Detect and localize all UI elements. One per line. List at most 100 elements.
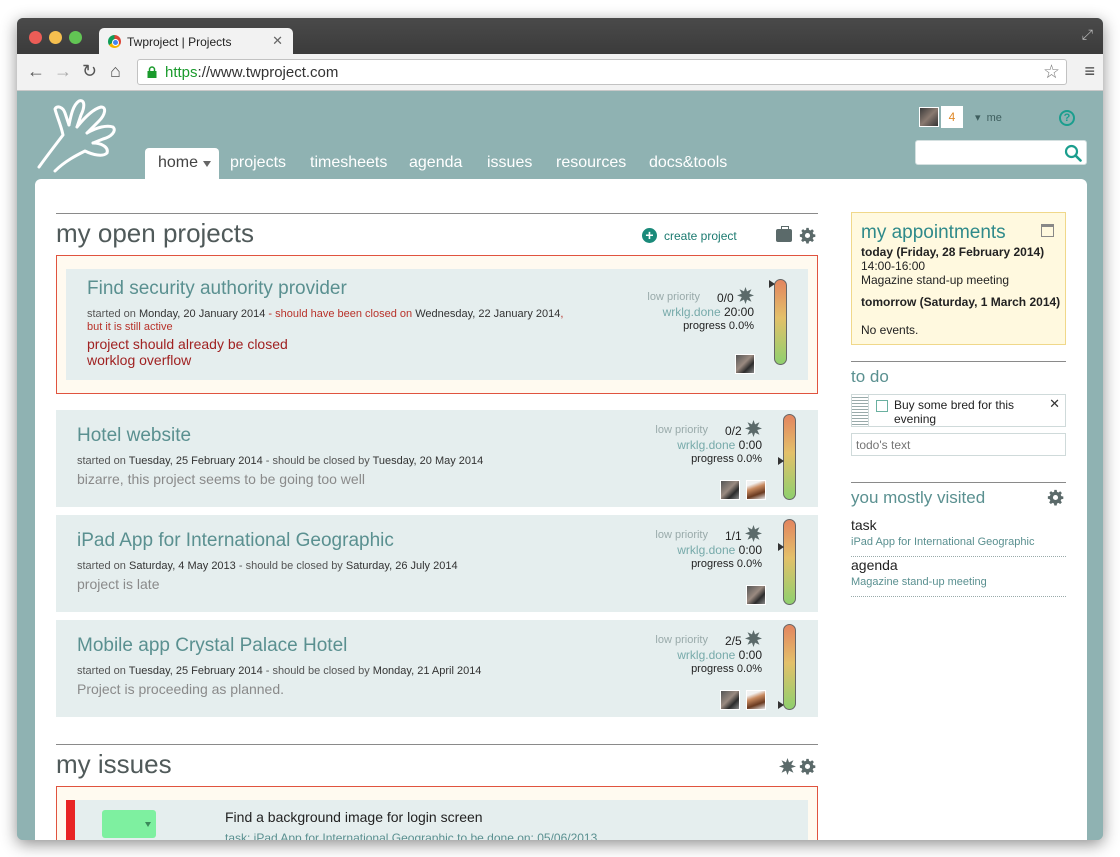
nav-projects[interactable]: projects xyxy=(230,154,286,172)
assignee-avatar[interactable] xyxy=(735,354,755,374)
search-icon[interactable] xyxy=(1064,144,1082,162)
issue-title[interactable]: Find a background image for login screen xyxy=(225,809,483,825)
my-issues-header: my issues xyxy=(56,744,818,779)
issues-burst-icon[interactable] xyxy=(737,287,754,304)
project-alert-message: project should already be closed xyxy=(87,336,288,352)
close-icon[interactable]: ✕ xyxy=(1049,396,1060,412)
todo-checkbox[interactable] xyxy=(876,400,888,412)
nav-resources[interactable]: resources xyxy=(556,154,626,172)
issue-card[interactable]: Find a background image for login screen… xyxy=(56,786,818,840)
assignee-avatar[interactable] xyxy=(720,480,740,500)
calendar-icon[interactable] xyxy=(1041,224,1054,237)
project-title[interactable]: Mobile app Crystal Palace Hotel xyxy=(77,635,347,657)
visited-name[interactable]: iPad App for International Geographic xyxy=(851,536,1034,548)
gear-icon[interactable] xyxy=(799,758,816,775)
started-label: started on xyxy=(77,560,129,572)
home-icon[interactable]: ⌂ xyxy=(110,61,121,81)
nav-docs-tools[interactable]: docs&tools xyxy=(649,154,727,172)
lock-icon xyxy=(147,66,157,78)
briefcase-icon[interactable] xyxy=(776,226,792,242)
twproject-hand-logo[interactable] xyxy=(35,95,125,175)
assignee-avatar[interactable] xyxy=(720,690,740,710)
todo-input[interactable] xyxy=(851,433,1066,456)
end-date: Saturday, 26 July 2014 xyxy=(345,560,458,572)
assignee-avatar[interactable] xyxy=(746,690,766,710)
forward-icon[interactable]: → xyxy=(54,61,72,81)
todo-text[interactable]: Buy some bred for this evening xyxy=(894,398,1044,426)
project-card[interactable]: Hotel website started on Tuesday, 25 Feb… xyxy=(56,410,818,507)
nav-home[interactable]: home xyxy=(145,148,219,180)
nav-issues[interactable]: issues xyxy=(487,154,532,172)
url-scheme: https xyxy=(165,64,198,81)
visited-item[interactable]: agenda Magazine stand-up meeting xyxy=(851,557,1066,597)
project-card[interactable]: Find security authority provider started… xyxy=(56,255,818,394)
chevron-down-icon xyxy=(203,161,211,167)
assignee-avatar[interactable] xyxy=(746,585,766,605)
browser-tab[interactable]: Twproject | Projects ✕ xyxy=(99,28,293,55)
fullscreen-icon[interactable]: ⤢ xyxy=(1082,26,1093,43)
reload-icon[interactable]: ↻ xyxy=(82,61,97,81)
minimize-window-button[interactable] xyxy=(49,31,62,44)
open-projects-header: my open projects + create project xyxy=(56,213,818,248)
project-dates: started on Tuesday, 25 February 2014 - s… xyxy=(77,665,481,677)
title-bar: Twproject | Projects ✕ ⤢ xyxy=(17,18,1103,55)
todo-title: to do xyxy=(851,367,889,386)
issue-count: 2/5 xyxy=(725,634,742,648)
open-projects-title: my open projects xyxy=(56,218,254,248)
progress-marker xyxy=(778,701,784,709)
project-title[interactable]: Find security authority provider xyxy=(87,278,347,300)
worklog-label: wrklg.done xyxy=(662,305,721,319)
bookmark-star-icon[interactable]: ☆ xyxy=(1043,61,1060,84)
appointments-title[interactable]: my appointments xyxy=(861,222,1006,244)
project-title[interactable]: iPad App for International Geographic xyxy=(77,530,394,552)
visited-item[interactable]: task iPad App for International Geograph… xyxy=(851,517,1066,557)
user-menu[interactable]: ▾ me xyxy=(975,111,1002,124)
worklog-done: wrklg.done 0:00 xyxy=(652,543,762,557)
url-text: https://www.twproject.com xyxy=(165,64,338,81)
tab-close-icon[interactable]: ✕ xyxy=(272,33,283,49)
issues-burst-icon[interactable] xyxy=(779,758,796,775)
project-message: Project is proceeding as planned. xyxy=(77,681,285,697)
project-dates: started on Saturday, 4 May 2013 - should… xyxy=(77,560,458,572)
user-avatar[interactable] xyxy=(919,107,939,127)
todo-header: to do xyxy=(851,361,1066,386)
notification-count-badge[interactable]: 4 xyxy=(941,106,963,128)
assignee-avatar[interactable] xyxy=(746,480,766,500)
plus-icon: + xyxy=(642,228,657,243)
issues-burst-icon[interactable] xyxy=(745,525,762,542)
issues-burst-icon[interactable] xyxy=(745,420,762,437)
gear-icon[interactable] xyxy=(1047,489,1064,506)
project-card[interactable]: Mobile app Crystal Palace Hotel started … xyxy=(56,620,818,717)
main-content: my open projects + create project Find s… xyxy=(35,179,1087,840)
back-icon[interactable]: ← xyxy=(27,61,45,81)
should-label: - should be closed by xyxy=(262,455,373,467)
project-title[interactable]: Hotel website xyxy=(77,425,191,447)
started-label: started on xyxy=(77,455,129,467)
progress-marker xyxy=(778,543,784,551)
issues-burst-icon[interactable] xyxy=(745,630,762,647)
issue-meta: task: iPad App for International Geograp… xyxy=(225,831,598,840)
project-card[interactable]: iPad App for International Geographic st… xyxy=(56,515,818,612)
search-input[interactable] xyxy=(920,141,1060,163)
issue-status-select[interactable] xyxy=(102,810,156,838)
progress-thermometer xyxy=(769,279,787,365)
progress-thermometer xyxy=(778,624,796,710)
start-date: Saturday, 4 May 2013 xyxy=(128,560,236,572)
visited-name[interactable]: Magazine stand-up meeting xyxy=(851,576,987,588)
maximize-window-button[interactable] xyxy=(69,31,82,44)
help-icon[interactable]: ? xyxy=(1059,110,1075,126)
worklog-value: 0:00 xyxy=(738,543,762,557)
project-message: bizarre, this project seems to be going … xyxy=(77,471,365,487)
worklog-done: wrklg.done 20:00 xyxy=(644,305,754,319)
chevron-down-icon xyxy=(145,822,151,827)
close-window-button[interactable] xyxy=(29,31,42,44)
gear-icon[interactable] xyxy=(799,227,816,244)
browser-menu-icon[interactable]: ≡ xyxy=(1084,61,1095,82)
address-bar[interactable]: https://www.twproject.com ☆ xyxy=(137,59,1067,85)
nav-agenda[interactable]: agenda xyxy=(409,154,462,172)
appointment-title[interactable]: Magazine stand-up meeting xyxy=(861,273,1061,287)
nav-timesheets[interactable]: timesheets xyxy=(310,154,387,172)
drag-handle-icon[interactable] xyxy=(852,395,869,426)
progress-text: progress 0.0% xyxy=(683,320,754,332)
create-project-link[interactable]: + create project xyxy=(642,228,737,243)
